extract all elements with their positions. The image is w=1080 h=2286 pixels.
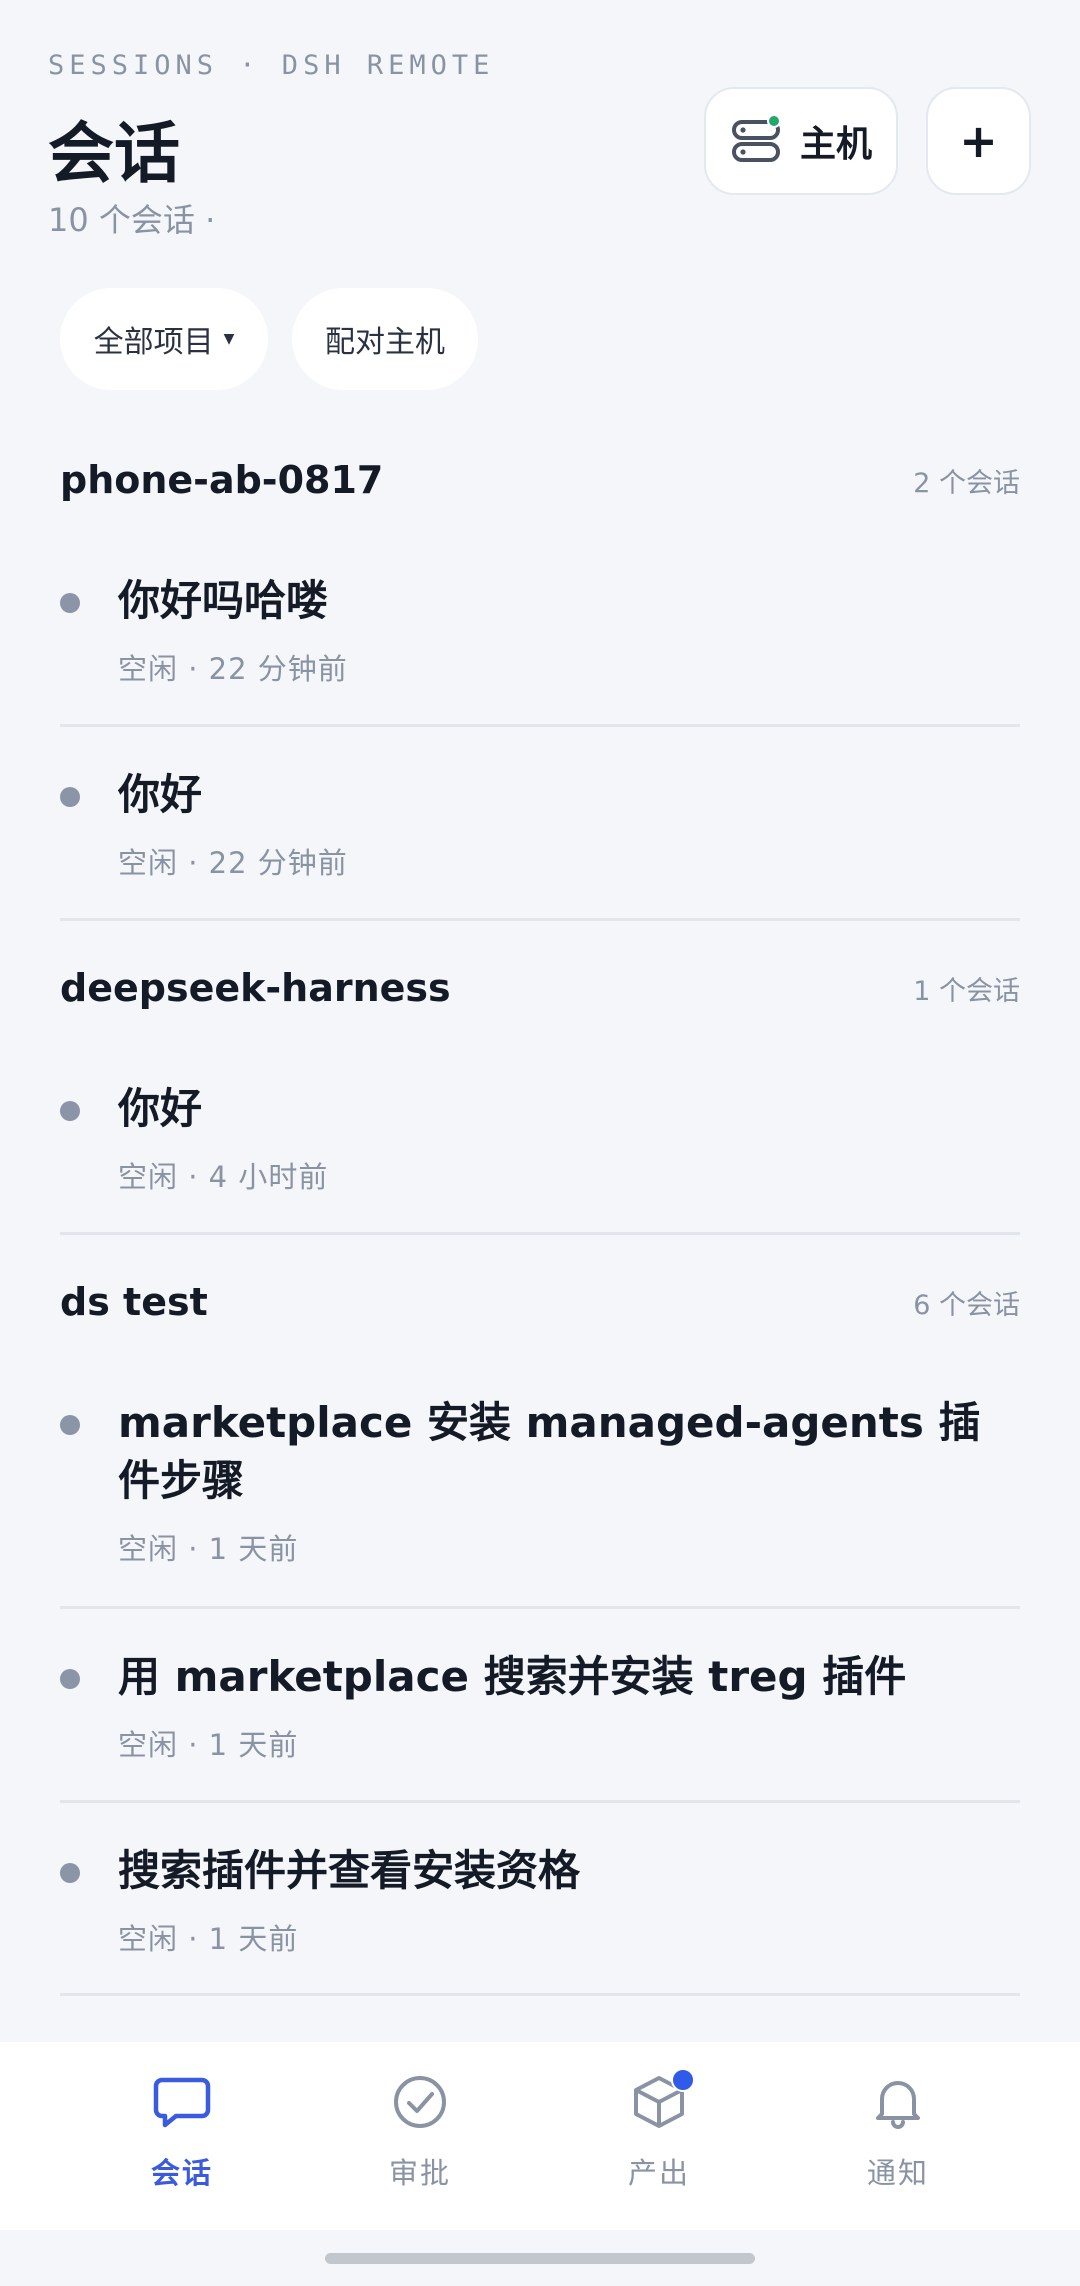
group-count: 6 个会话 <box>913 1289 1020 1321</box>
home-indicator[interactable] <box>325 2253 755 2264</box>
divider <box>60 918 1020 921</box>
status-dot <box>60 1101 80 1121</box>
new-session-button[interactable]: + <box>926 87 1031 195</box>
group-header: ds test 6 个会话 <box>60 1280 1020 1324</box>
box-icon <box>629 2068 695 2132</box>
tab-label: 会话 <box>150 2156 213 2190</box>
session-item[interactable]: 你好吗哈喽 空闲 · 22 分钟前 <box>60 560 1020 725</box>
page-eyebrow: SESSIONS · DSH REMOTE <box>48 50 495 81</box>
tab-outputs[interactable]: 产出 <box>579 2068 739 2192</box>
session-meta: 空闲 · 1 天前 <box>118 1532 299 1566</box>
session-meta: 空闲 · 4 小时前 <box>118 1160 329 1194</box>
divider <box>60 724 1020 727</box>
session-meta: 空闲 · 1 天前 <box>118 1922 299 1956</box>
tab-label: 通知 <box>866 2156 929 2190</box>
host-button-label: 主机 <box>799 124 872 165</box>
pair-host-button[interactable]: 配对主机 <box>292 288 478 390</box>
session-title: 搜索插件并查看安装资格 <box>118 1846 581 1895</box>
session-meta: 空闲 · 22 分钟前 <box>118 652 348 686</box>
status-dot <box>60 1669 80 1689</box>
status-dot <box>60 593 80 613</box>
group-header: phone-ab-0817 2 个会话 <box>60 458 1020 502</box>
divider <box>60 1232 1020 1235</box>
group-name: phone-ab-0817 <box>60 458 384 502</box>
tab-label: 审批 <box>388 2156 451 2190</box>
host-button[interactable]: 主机 <box>704 87 898 195</box>
caret-down-icon: ▼ <box>223 331 235 347</box>
all-projects-filter[interactable]: 全部项目 ▼ <box>60 288 268 390</box>
status-dot <box>60 1415 80 1435</box>
session-meta: 空闲 · 22 分钟前 <box>118 846 348 880</box>
session-item[interactable]: 你好 空闲 · 22 分钟前 <box>60 754 1020 919</box>
session-title: 用 marketplace 搜索并安装 treg 插件 <box>118 1652 907 1701</box>
group-header: deepseek-harness 1 个会话 <box>60 966 1020 1010</box>
session-item[interactable]: 用 marketplace 搜索并安装 treg 插件 空闲 · 1 天前 <box>60 1636 1020 1801</box>
server-icon <box>730 114 782 167</box>
session-title: 你好 <box>118 770 203 819</box>
status-dot <box>60 787 80 807</box>
tab-sessions[interactable]: 会话 <box>102 2072 262 2192</box>
divider <box>60 1800 1020 1803</box>
all-projects-label: 全部项目 <box>93 325 214 360</box>
session-count-summary: 10 个会话 · <box>48 201 216 239</box>
tab-approvals[interactable]: 审批 <box>340 2072 500 2192</box>
group-count: 2 个会话 <box>913 467 1020 499</box>
status-dot <box>60 1863 80 1883</box>
tab-notifications[interactable]: 通知 <box>818 2072 978 2192</box>
group-count: 1 个会话 <box>913 975 1020 1007</box>
divider <box>60 1993 1020 1996</box>
check-circle-icon <box>390 2072 450 2132</box>
divider <box>60 1606 1020 1609</box>
session-title: marketplace 安装 managed-agents 插件步骤 <box>118 1398 981 1505</box>
tab-label: 产出 <box>627 2156 690 2190</box>
chat-icon <box>152 2072 212 2132</box>
notification-badge <box>671 2068 695 2092</box>
page-title: 会话 <box>48 115 180 192</box>
session-item[interactable]: marketplace 安装 managed-agents 插件步骤 空闲 · … <box>60 1382 1020 1607</box>
bottom-tab-bar: 会话 审批 产出 通知 <box>0 2042 1080 2230</box>
group-name: deepseek-harness <box>60 966 451 1010</box>
session-title: 你好 <box>118 1084 203 1133</box>
session-meta: 空闲 · 1 天前 <box>118 1728 299 1762</box>
group-name: ds test <box>60 1280 208 1324</box>
session-item[interactable]: 搜索插件并查看安装资格 空闲 · 1 天前 <box>60 1830 1020 1995</box>
bell-icon <box>868 2072 928 2132</box>
session-item[interactable]: 你好 空闲 · 4 小时前 <box>60 1068 1020 1233</box>
session-title: 你好吗哈喽 <box>118 576 329 625</box>
